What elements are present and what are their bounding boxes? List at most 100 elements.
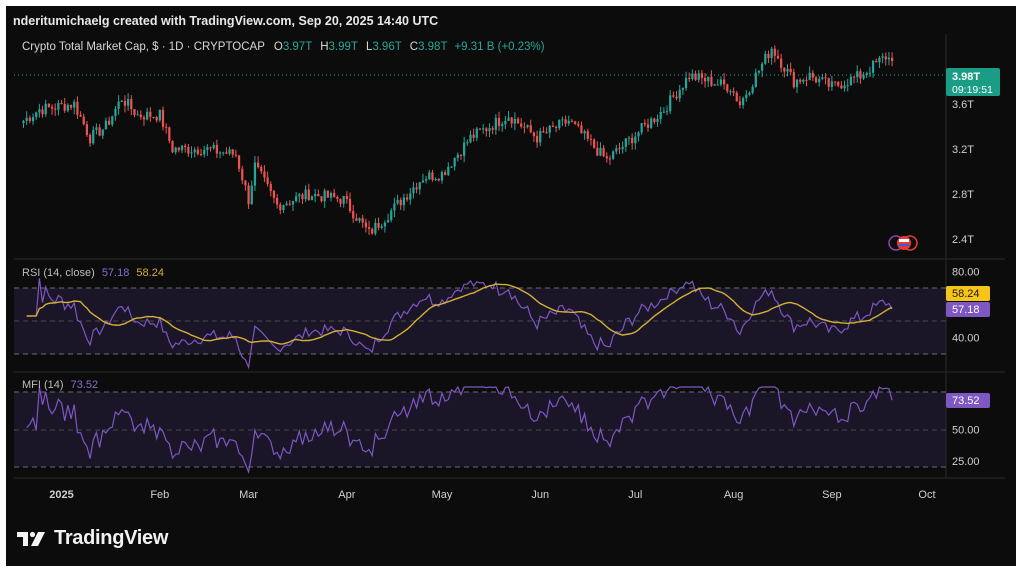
candle-body [123,100,127,106]
price-pane[interactable] [14,34,946,256]
close-label: C [410,41,418,53]
candle-body [196,149,199,155]
mfi-axis-tick: 25.00 [952,456,980,468]
candle-body [28,117,31,122]
candle-body [130,98,133,110]
last-price-value: 3.98T [952,71,980,83]
candle-body [361,218,364,223]
candle-body [285,203,288,206]
chart-svg[interactable]: 3.6T 3.2T 2.8T 2.4T 80.00 40.00 50.00 25.00 2… [0,0,1024,573]
candle-body [146,111,149,120]
candle-body [513,118,516,124]
candle-body [276,197,279,205]
candle-body [469,134,472,143]
tradingview-logo[interactable]: TradingView [17,527,168,550]
candle-body [386,220,390,223]
us-flag-stripe [899,239,909,242]
candle-body [104,120,108,130]
candle-body [789,68,792,73]
candle-body [326,190,329,198]
candle-body [672,95,675,97]
candle-body [697,73,700,80]
candle-body [602,147,605,157]
candle-body [107,120,111,125]
candle-body [215,144,218,154]
candle-body [767,53,770,59]
candle-body [117,101,120,109]
candle-body [165,126,168,128]
candle-body [459,154,463,156]
candle-body [250,185,253,205]
candle-body [742,98,745,106]
x-axis-tick: Aug [724,489,744,501]
price-legend: Crypto Total Market Cap, $ · 1D · CRYPTO… [22,41,545,53]
candle-body [98,127,101,136]
candle-body [675,96,678,99]
candle-body [377,222,380,228]
candle-body [780,58,783,68]
candle-body [795,79,799,88]
candle-body [120,100,123,102]
candle-body [488,128,491,132]
candle-body [383,222,387,227]
candle-body [589,138,593,140]
candle-body [342,196,345,204]
candle-body [520,123,523,127]
candle-body [554,127,558,129]
candle-body [174,147,177,153]
candle-body [786,68,789,72]
candle-body [653,118,656,123]
candle-body [827,78,830,87]
candle-body [412,187,415,194]
candle-body [605,156,608,159]
candle-body [843,85,846,89]
candle-body [66,104,70,111]
candle-body [184,145,187,148]
candle-body [878,57,881,63]
candle-body [751,86,754,93]
open-label: O [274,41,283,53]
candle-body [678,89,681,99]
candle-body [713,84,716,86]
candle-body [871,60,875,73]
high-value: 3.99T [329,41,358,53]
candle-body [567,120,570,124]
candle-body [367,227,371,229]
candle-body [282,205,285,211]
candle-body [757,70,761,73]
candle-body [621,146,624,149]
candle-body [25,117,28,121]
candle-body [371,228,374,234]
us-flag-icon[interactable] [897,236,911,250]
rsi-axis-tick: 40.00 [952,333,980,345]
candle-body [41,109,44,115]
candle-body [551,125,555,128]
x-axis-tick: Jul [628,489,642,501]
candle-body [875,60,878,63]
mfi-axis-tick: 50.00 [952,425,980,437]
rsi-ma-legend-value: 58.24 [136,267,164,279]
candle-body [475,128,478,138]
candle-body [298,194,301,197]
candle-body [561,119,564,121]
candle-body [684,77,688,89]
candle-body [222,152,225,154]
high-label: H [320,41,328,53]
candle-body [624,138,627,147]
candle-body [691,73,694,80]
candle-body [662,111,665,113]
candle-body [516,118,520,124]
candle-body [447,166,450,175]
candle-body [650,118,653,128]
candle-body [453,157,456,167]
candle-body [225,152,228,154]
candle-body [814,77,818,83]
candle-body [802,79,805,82]
x-axis-tick: Mar [239,489,258,501]
candle-body [754,72,757,87]
candle-body [884,56,887,60]
candle-body [599,147,602,156]
candle-body [716,84,719,86]
candle-body [440,172,444,181]
candle-body [127,98,130,106]
